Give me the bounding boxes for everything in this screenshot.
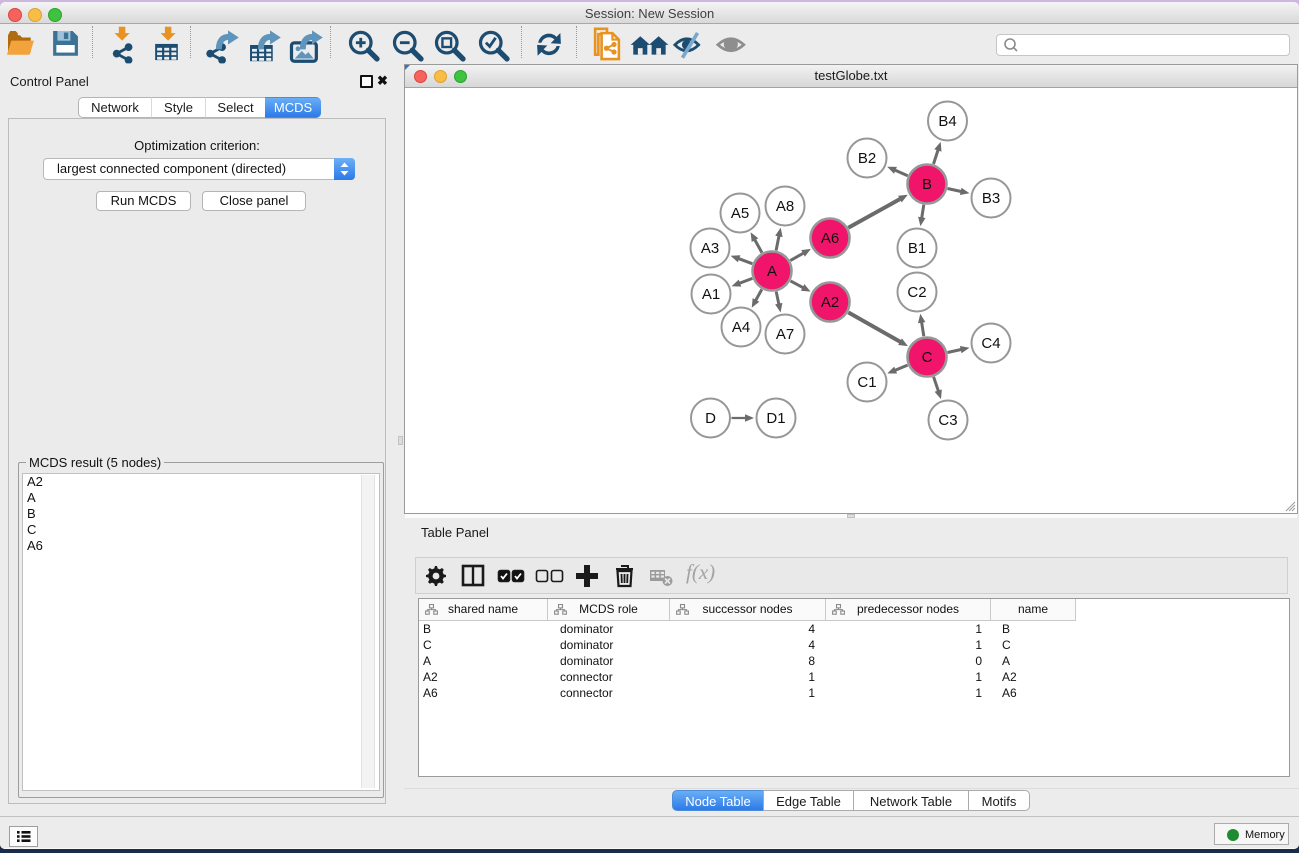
svg-text:A6: A6	[821, 230, 839, 247]
svg-text:C1: C1	[857, 374, 876, 391]
svg-text:C: C	[922, 349, 933, 366]
svg-text:C2: C2	[907, 284, 926, 301]
svg-text:A3: A3	[701, 240, 719, 257]
svg-text:B4: B4	[938, 113, 956, 130]
svg-text:C4: C4	[981, 335, 1000, 352]
svg-text:A7: A7	[776, 326, 794, 343]
svg-text:B2: B2	[858, 150, 876, 167]
svg-text:A5: A5	[731, 205, 749, 222]
svg-text:D1: D1	[766, 410, 785, 427]
svg-text:B: B	[922, 176, 932, 193]
svg-text:A1: A1	[702, 286, 720, 303]
svg-text:B1: B1	[908, 240, 926, 257]
svg-text:C3: C3	[938, 412, 957, 429]
svg-text:B3: B3	[982, 190, 1000, 207]
svg-text:A4: A4	[732, 319, 750, 336]
svg-text:A2: A2	[821, 294, 839, 311]
svg-text:D: D	[705, 410, 716, 427]
svg-text:A: A	[767, 263, 777, 280]
svg-text:A8: A8	[776, 198, 794, 215]
